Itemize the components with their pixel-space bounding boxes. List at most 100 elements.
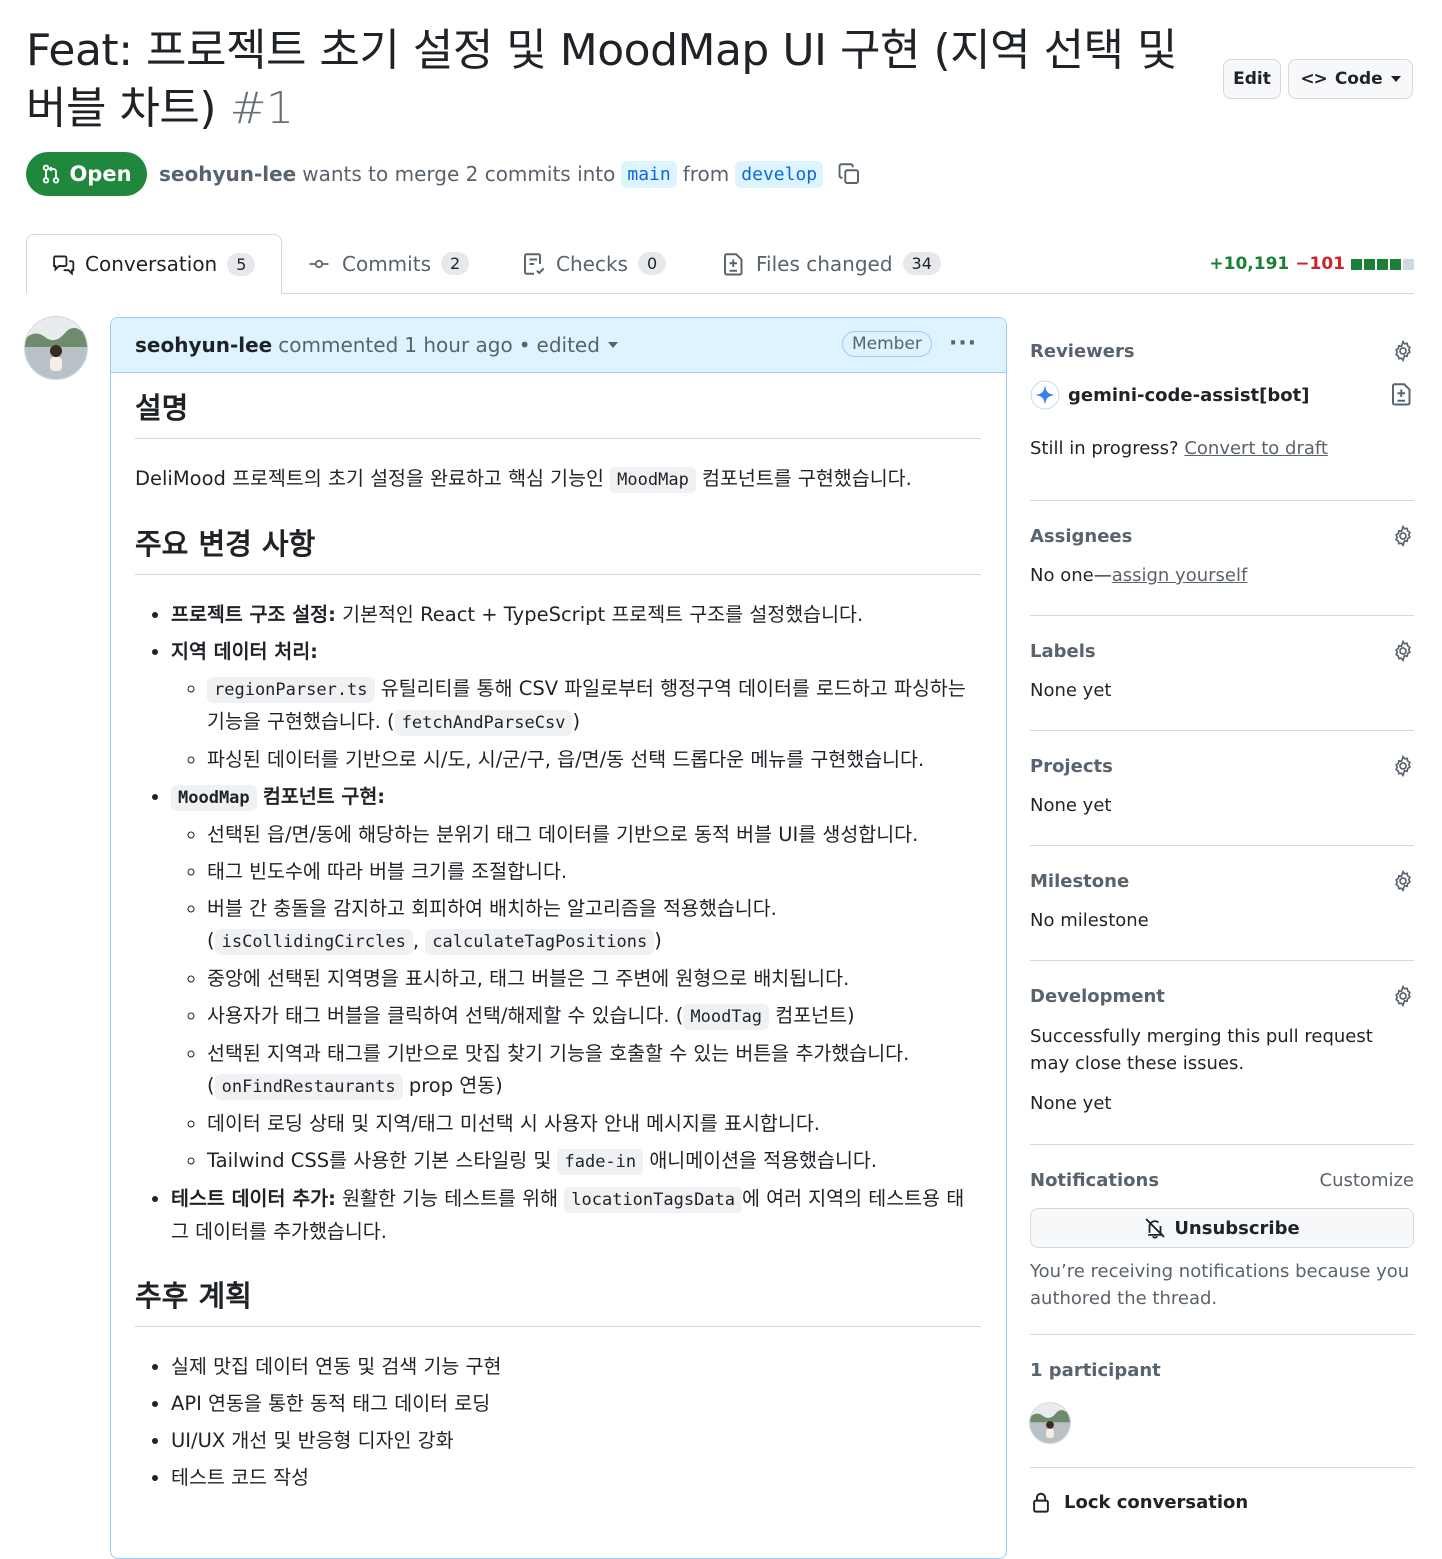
comment-time[interactable]: 1 hour ago [404, 333, 512, 357]
assignees-header: Assignees [1030, 525, 1414, 547]
file-diff-icon [724, 252, 743, 275]
comment-box: seohyun-lee commented 1 hour ago • edite… [110, 317, 1007, 1559]
gear-icon[interactable] [1392, 525, 1414, 547]
state-badge: Open [26, 152, 147, 196]
base-branch[interactable]: main [621, 160, 677, 188]
diffstat-block [1351, 258, 1362, 270]
pr-author-link[interactable]: seohyun-lee [159, 162, 296, 186]
draft-question: Still in progress? [1030, 438, 1179, 459]
gear-icon[interactable] [1392, 640, 1414, 662]
open-paren: ( [207, 929, 215, 952]
customize-link[interactable]: Customize [1320, 1170, 1414, 1191]
list-item: regionParser.ts 유틸리티를 통해 CSV 파일로부터 행정구역 … [207, 673, 981, 739]
development-value: None yet [1030, 1093, 1112, 1114]
kebab-menu-icon[interactable]: ··· [949, 331, 977, 356]
participant-avatar[interactable] [1029, 1402, 1071, 1444]
list-item: MoodMap 컴포넌트 구현: 선택된 읍/면/동에 해당하는 분위기 태그 … [171, 781, 981, 1178]
reviewers-header: Reviewers [1030, 340, 1414, 362]
diff-additions: +10,191 [1209, 254, 1290, 274]
notification-reason: You’re receiving notifications because y… [1030, 1261, 1410, 1309]
gear-icon[interactable] [1392, 340, 1414, 362]
item-text: Tailwind CSS를 사용한 기본 스타일링 및 [207, 1149, 552, 1172]
inline-code: fade-in [557, 1149, 644, 1175]
projects-header: Projects [1030, 755, 1414, 777]
convert-to-draft-link[interactable]: Convert to draft [1184, 438, 1328, 459]
edit-button[interactable]: Edit [1223, 59, 1281, 99]
tab-counter: 34 [902, 252, 941, 275]
heading-description: 설명 [135, 388, 981, 439]
unsubscribe-label: Unsubscribe [1174, 1217, 1300, 1239]
pr-tabs: Conversation 5 Commits 2 Checks 0 Files … [26, 234, 1414, 294]
item-text: 원활한 기능 테스트를 위해 [342, 1187, 559, 1210]
code-button-label: Code [1334, 69, 1383, 89]
unsubscribe-button[interactable]: Unsubscribe [1030, 1208, 1414, 1248]
list-item: API 연동을 통한 동적 태그 데이터 로딩 [171, 1388, 981, 1420]
gear-icon[interactable] [1392, 755, 1414, 777]
reviewers-section: Reviewers gemini-code-assist[bot] Still … [1030, 340, 1414, 501]
tab-label: Commits [342, 251, 431, 276]
description-paragraph: DeliMood 프로젝트의 초기 설정을 완료하고 핵심 기능인 MoodMa… [135, 463, 981, 496]
merge-summary: seohyun-lee wants to merge 2 commits int… [159, 156, 861, 192]
close-paren: ) [654, 929, 662, 952]
participants-section: 1 participant [1030, 1360, 1414, 1468]
tab-conversation[interactable]: Conversation 5 [26, 234, 282, 294]
tab-files-changed[interactable]: Files changed 34 [698, 234, 965, 293]
lock-label: Lock conversation [1064, 1491, 1249, 1513]
heading-changes: 주요 변경 사항 [135, 524, 981, 575]
reviewers-title: Reviewers [1030, 340, 1135, 362]
list-item: Tailwind CSS를 사용한 기본 스타일링 및 fade-in 애니메이… [207, 1145, 981, 1178]
participants-title: 1 participant [1030, 1360, 1161, 1381]
open-paren: ( [207, 1074, 215, 1097]
item-label: 테스트 데이터 추가: [171, 1187, 336, 1210]
list-item: UI/UX 개선 및 반응형 디자인 강화 [171, 1425, 981, 1457]
copy-icon[interactable] [837, 162, 861, 186]
item-text: 선택된 지역과 태그를 기반으로 맛집 찾기 기능을 호출할 수 있는 버튼을 … [207, 1042, 910, 1065]
list-item: 사용자가 태그 버블을 클릭하여 선택/해제할 수 있습니다. (MoodTag… [207, 1000, 981, 1033]
gear-icon[interactable] [1392, 985, 1414, 1007]
assignees-none: No one— [1030, 565, 1112, 586]
author-avatar[interactable] [24, 316, 88, 380]
tab-label: Conversation [85, 252, 218, 276]
diffstat-block [1377, 258, 1388, 270]
diffstat: +10,191 −101 [1209, 254, 1414, 274]
item-text: 기본적인 React + TypeScript 프로젝트 구조를 설정했습니다. [342, 603, 864, 626]
checklist-icon [524, 252, 545, 275]
development-section: Development Successfully merging this pu… [1030, 985, 1414, 1145]
head-branch[interactable]: develop [735, 160, 824, 188]
state-label: Open [69, 162, 132, 186]
tab-label: Files changed [756, 251, 893, 276]
pr-number: #1 [229, 83, 294, 134]
list-item: 선택된 읍/면/동에 해당하는 분위기 태그 데이터를 기반으로 동적 버블 U… [207, 819, 981, 851]
gemini-sparkle-icon [1030, 380, 1060, 410]
gear-icon[interactable] [1392, 870, 1414, 892]
assignees-title: Assignees [1030, 525, 1133, 547]
milestone-title: Milestone [1030, 870, 1130, 892]
assign-yourself-link[interactable]: assign yourself [1112, 565, 1248, 586]
changes-list: 프로젝트 구조 설정: 기본적인 React + TypeScript 프로젝트… [135, 599, 981, 1248]
tab-checks[interactable]: Checks 0 [498, 234, 690, 293]
assignees-section: Assignees No one—assign yourself [1030, 525, 1414, 616]
comment-author[interactable]: seohyun-lee [135, 333, 272, 357]
reviewer-name: gemini-code-assist[bot] [1068, 384, 1310, 406]
edited-dropdown[interactable]: edited [537, 333, 618, 357]
comment-discussion-icon [53, 255, 75, 275]
item-text: 데이터 로딩 상태 및 지역/태그 미선택 시 사용자 안내 메시지를 표시합니… [207, 1112, 820, 1135]
tab-commits[interactable]: Commits 2 [282, 234, 493, 293]
item-text: 애니메이션을 적용했습니다. [649, 1149, 878, 1172]
inline-code: MoodTag [683, 1004, 770, 1030]
item-text: prop 연동) [408, 1074, 503, 1097]
code-button[interactable]: <> Code [1288, 59, 1413, 99]
lock-conversation-link[interactable]: Lock conversation [1030, 1490, 1414, 1514]
chevron-down-icon [1390, 76, 1401, 82]
heading-plan: 추후 계획 [135, 1276, 981, 1327]
inline-code: isCollidingCircles [214, 929, 413, 955]
projects-value: None yet [1030, 795, 1112, 816]
reviewer-row[interactable]: gemini-code-assist[bot] [1030, 380, 1309, 410]
item-text: 파싱된 데이터를 기반으로 시/도, 시/군/구, 읍/면/동 선택 드롭다운 … [207, 748, 925, 771]
list-item: 태그 빈도수에 따라 버블 크기를 조절합니다. [207, 856, 981, 888]
list-item: 지역 데이터 처리: regionParser.ts 유틸리티를 통해 CSV … [171, 636, 981, 776]
inline-code: calculateTagPositions [425, 929, 655, 955]
pull-request-icon [43, 164, 60, 184]
file-diff-icon[interactable] [1390, 382, 1414, 406]
tab-counter: 0 [637, 252, 667, 275]
